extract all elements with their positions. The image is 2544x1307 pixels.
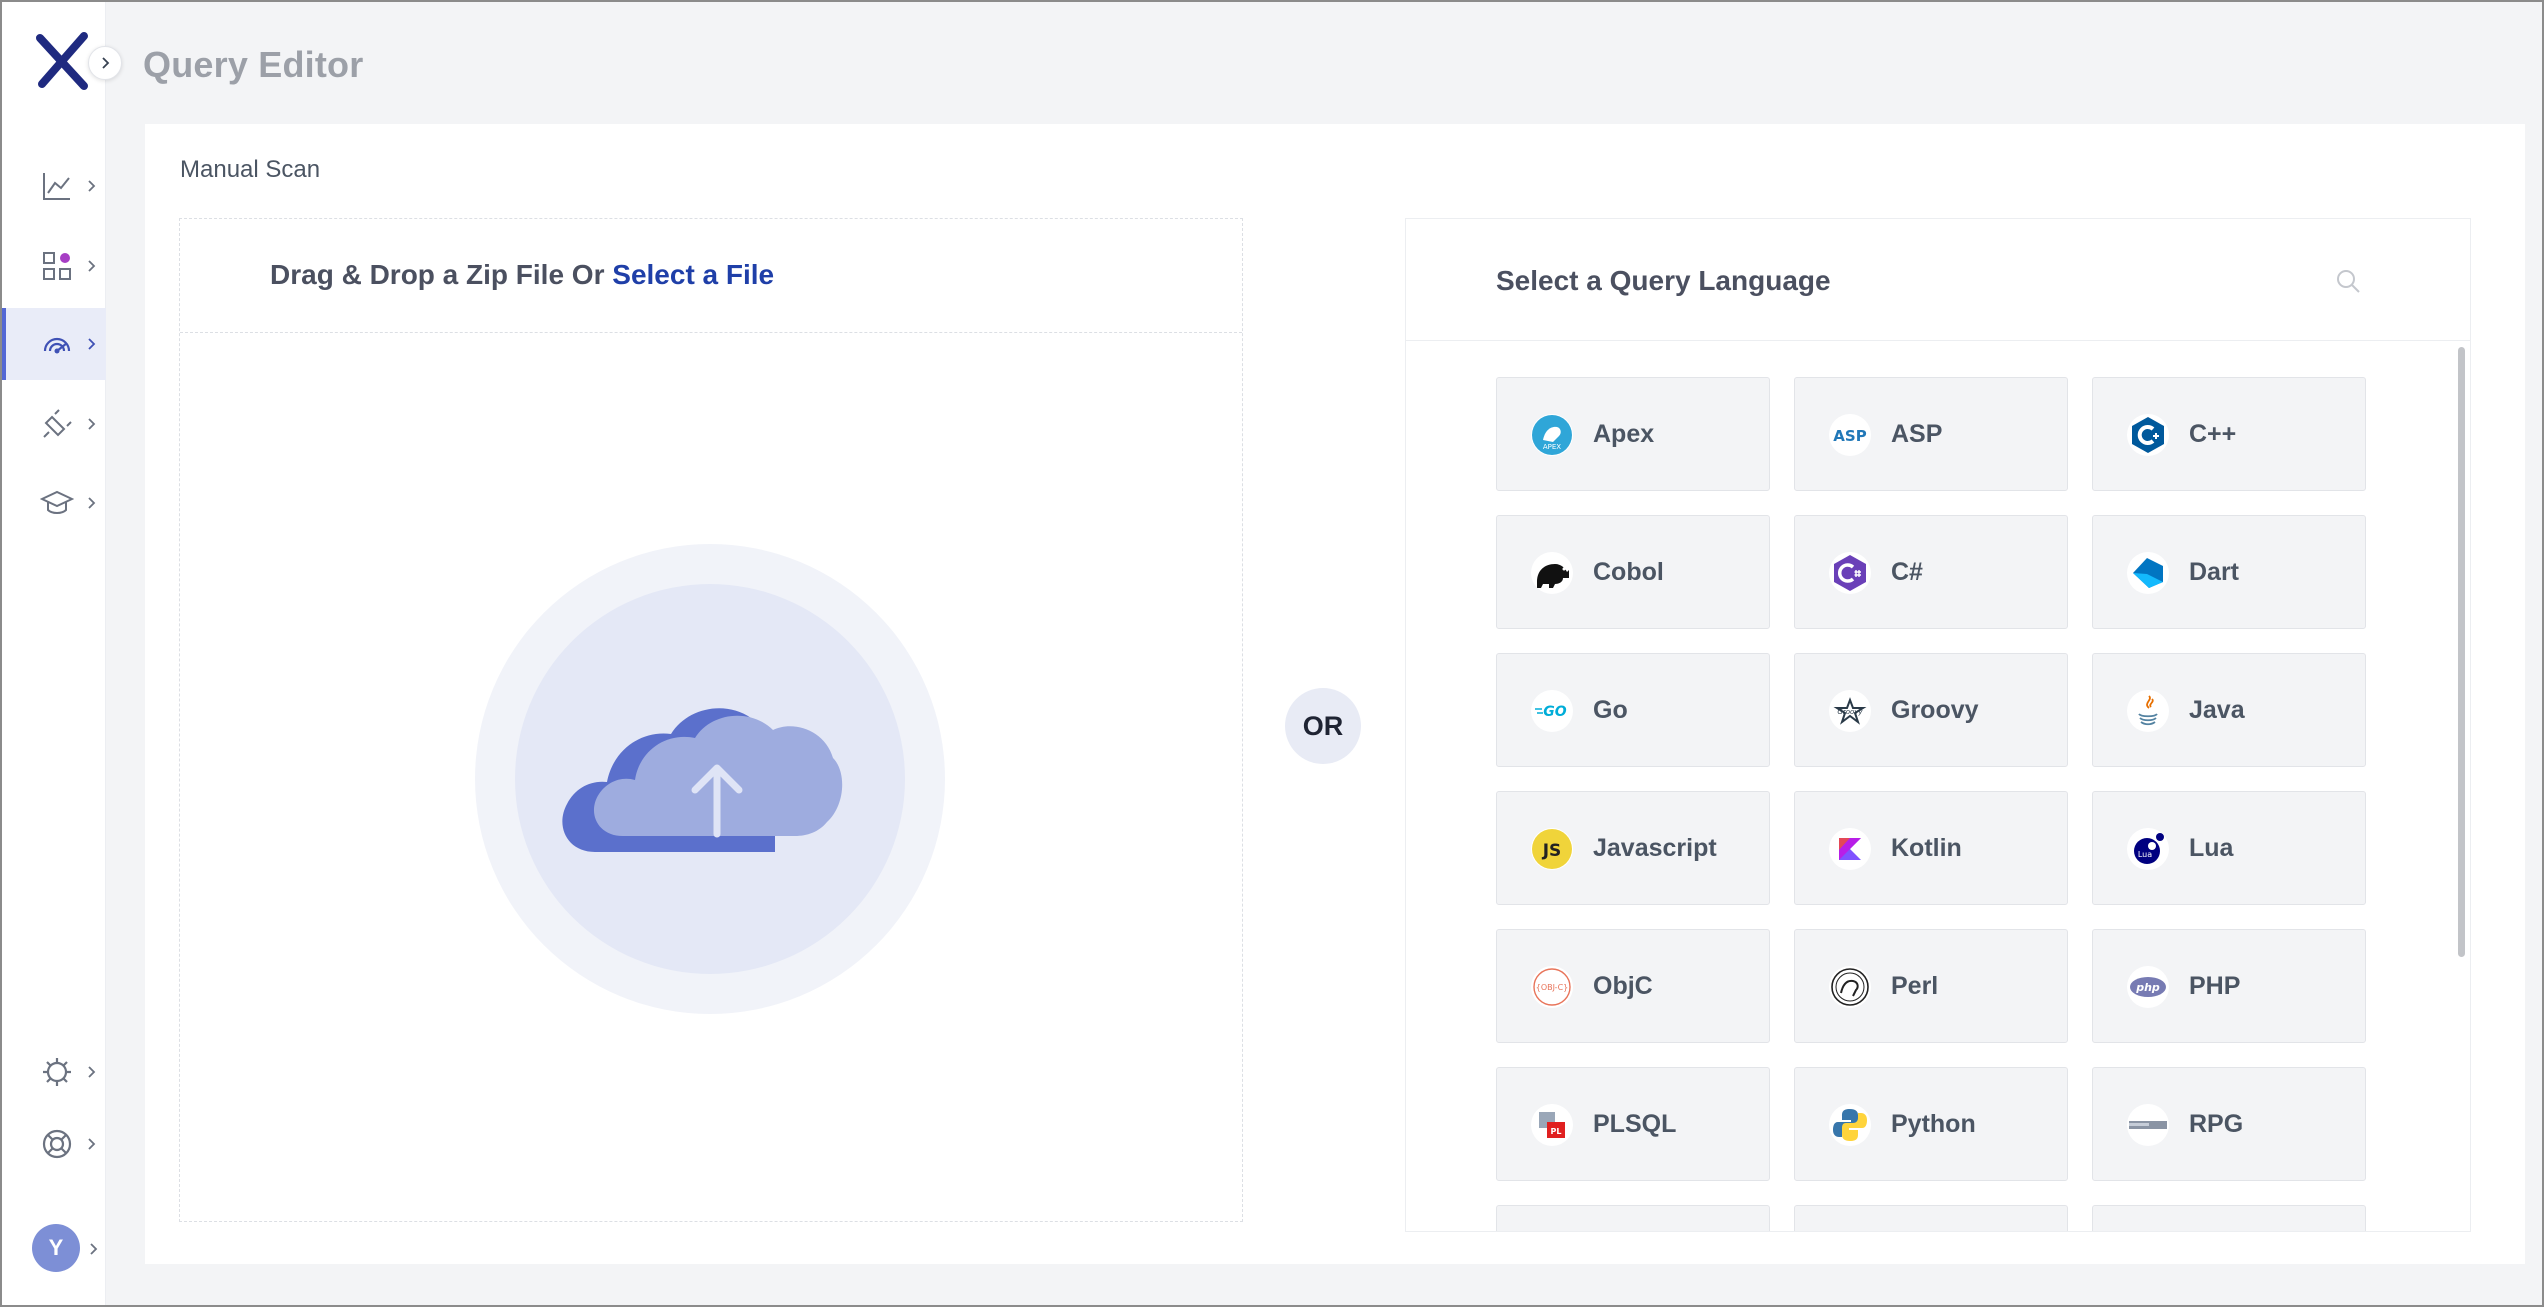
graduation-cap-icon <box>40 490 74 514</box>
select-file-link[interactable]: Select a File <box>612 259 774 290</box>
go-icon: GO <box>1531 690 1573 732</box>
language-tile-asp[interactable]: ASP ASP <box>1794 377 2068 491</box>
chevron-right-icon <box>88 338 96 350</box>
language-panel-header: Select a Query Language <box>1406 219 2470 341</box>
groovy-icon: Groovy <box>1829 690 1871 732</box>
chevron-right-icon <box>88 497 96 509</box>
cloud-upload-icon <box>475 544 945 1014</box>
manual-scan-card: Manual Scan Drag & Drop a Zip File Or Se… <box>145 124 2525 1264</box>
apex-icon: APEX <box>1531 414 1573 456</box>
section-label: Manual Scan <box>180 156 321 183</box>
language-tile-cpp[interactable]: C++ <box>2092 377 2366 491</box>
chevron-right-icon <box>88 180 96 192</box>
csharp-icon <box>1829 552 1871 594</box>
javascript-icon: JS <box>1531 828 1573 870</box>
cobol-icon <box>1531 552 1573 594</box>
svg-text:php: php <box>2135 981 2160 994</box>
chart-line-icon <box>43 173 70 200</box>
chevron-right-icon[interactable] <box>86 1242 100 1256</box>
svg-text:PL: PL <box>1551 1127 1562 1136</box>
query-language-panel: Select a Query Language APEX Apex ASP AS… <box>1405 218 2471 1232</box>
plug-icon <box>43 409 72 438</box>
chevron-right-icon <box>102 57 110 69</box>
asp-icon: ASP <box>1829 414 1871 456</box>
chevron-right-icon <box>88 1066 96 1078</box>
language-scrollbar-thumb[interactable] <box>2458 347 2465 957</box>
sidebar-item-settings[interactable] <box>2 1036 106 1108</box>
objc-icon: {OBJ-C} <box>1531 966 1573 1008</box>
language-tile-apex[interactable]: APEX Apex <box>1496 377 1770 491</box>
chevron-right-icon <box>88 260 96 272</box>
svg-text:APEX: APEX <box>1543 443 1561 451</box>
sidebar-item-scan[interactable] <box>2 308 106 380</box>
language-panel-title: Select a Query Language <box>1496 265 1831 296</box>
language-tile[interactable] <box>1496 1205 1770 1231</box>
svg-text:Lua: Lua <box>2138 850 2152 859</box>
language-tile[interactable] <box>1794 1205 2068 1231</box>
lua-icon: Lua <box>2127 828 2169 870</box>
language-tile-cobol[interactable]: Cobol <box>1496 515 1770 629</box>
lifebuoy-icon <box>42 1129 72 1159</box>
language-tile-groovy[interactable]: Groovy Groovy <box>1794 653 2068 767</box>
sidebar-collapse-button[interactable] <box>88 46 122 80</box>
sidebar-item-plugins[interactable] <box>2 388 106 460</box>
chevron-right-icon <box>88 418 96 430</box>
apps-grid-icon <box>43 252 71 280</box>
dropzone-header: Drag & Drop a Zip File Or Select a File <box>180 219 1242 333</box>
cpp-icon <box>2127 414 2169 456</box>
plsql-icon: PL <box>1531 1104 1573 1146</box>
language-tile-php[interactable]: php PHP <box>2092 929 2366 1043</box>
file-dropzone[interactable]: Drag & Drop a Zip File Or Select a File <box>179 218 1243 1222</box>
language-tile-lua[interactable]: Lua Lua <box>2092 791 2366 905</box>
language-tile-java[interactable]: Java <box>2092 653 2366 767</box>
chevron-right-icon <box>88 1138 96 1150</box>
language-tile-perl[interactable]: Perl <box>1794 929 2068 1043</box>
rpg-icon <box>2127 1104 2169 1146</box>
dropzone-instructions: Drag & Drop a Zip File Or Select a File <box>270 259 775 290</box>
language-tile-dart[interactable]: Dart <box>2092 515 2366 629</box>
or-divider-badge: OR <box>1285 688 1361 764</box>
language-tile-plsql[interactable]: PL PLSQL <box>1496 1067 1770 1181</box>
svg-text:Groovy: Groovy <box>1837 708 1863 716</box>
language-tile-kotlin[interactable]: Kotlin <box>1794 791 2068 905</box>
sidebar-item-analytics[interactable] <box>2 150 106 222</box>
sidebar-item-apps[interactable] <box>2 230 106 302</box>
language-tile-objc[interactable]: {OBJ-C} ObjC <box>1496 929 1770 1043</box>
page-title: Query Editor <box>143 44 364 85</box>
sidebar-item-training[interactable] <box>2 467 106 539</box>
search-icon[interactable] <box>2334 267 2362 295</box>
sidebar-item-support[interactable] <box>2 1108 106 1180</box>
language-tile[interactable] <box>2092 1205 2366 1231</box>
kotlin-icon <box>1829 828 1871 870</box>
python-icon <box>1829 1104 1871 1146</box>
svg-text:JS: JS <box>1542 841 1562 861</box>
language-tile-python[interactable]: Python <box>1794 1067 2068 1181</box>
php-icon: php <box>2127 966 2169 1008</box>
svg-text:{OBJ-C}: {OBJ-C} <box>1536 983 1569 992</box>
sidebar: Y <box>2 2 106 1305</box>
user-avatar[interactable]: Y <box>32 1224 80 1272</box>
svg-text:GO: GO <box>1543 704 1566 720</box>
language-tile-csharp[interactable]: C# <box>1794 515 2068 629</box>
language-tile-rpg[interactable]: RPG <box>2092 1067 2366 1181</box>
language-tile-go[interactable]: GO Go <box>1496 653 1770 767</box>
java-icon <box>2127 690 2169 732</box>
brand-logo-icon[interactable] <box>34 32 92 90</box>
svg-text:ASP: ASP <box>1833 427 1866 445</box>
scan-radar-icon <box>43 337 71 354</box>
language-tile-javascript[interactable]: JS Javascript <box>1496 791 1770 905</box>
gear-icon <box>43 1058 71 1086</box>
perl-icon <box>1829 966 1871 1008</box>
dart-icon <box>2127 552 2169 594</box>
